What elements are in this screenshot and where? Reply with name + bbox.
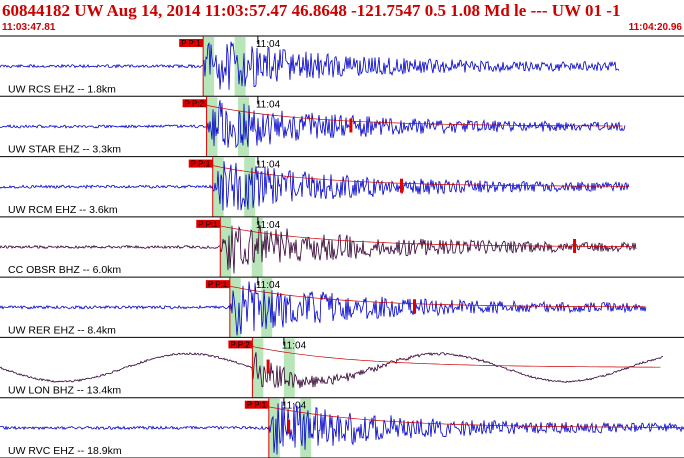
trace-panel[interactable]: 11:04 P P:2 UW STAR EHZ -- 3.3km	[0, 96, 684, 158]
coda-marker	[266, 359, 270, 374]
channel-label: UW STAR EHZ -- 3.3km	[8, 144, 121, 156]
trace-panel[interactable]: 11:04 P P:1 UW RER EHZ -- 8.4km	[0, 277, 684, 338]
coda-marker	[573, 239, 577, 253]
pick-label: P P:1	[196, 219, 221, 229]
pick-label-text: P P:1	[191, 160, 211, 169]
clock-label: 11:04	[256, 99, 281, 110]
pick-label: P P:1	[205, 280, 230, 289]
pick-label-text: P P:1	[198, 220, 218, 229]
trace-panel[interactable]: 11:04P P:1UW RVC EHZ -- 18.9km	[0, 397, 684, 458]
coda-marker	[349, 118, 353, 133]
pick-window	[234, 37, 246, 97]
pick-label: P P:1	[244, 400, 269, 410]
pick-label-text: P P:2	[185, 99, 205, 108]
coda-marker	[400, 178, 404, 193]
pick-label: P P:1	[179, 39, 204, 48]
channel-label: UW RCM EHZ -- 3.6km	[8, 204, 118, 216]
pick-label: P P:2	[182, 99, 207, 108]
trace-panel[interactable]: 11:04P P:1UW RCM EHZ -- 3.6km	[0, 156, 684, 218]
coda-marker	[287, 419, 291, 434]
pick-label: P P:1	[188, 159, 213, 169]
pick-label-text: P P:1	[247, 401, 267, 410]
seismogram-plot[interactable]: 11:04 P P:1 UW RCS EHZ -- 1.8km 11:04 P P:2 U…	[0, 0, 684, 458]
channel-label: CC OBSR BHZ -- 6.0km	[8, 264, 121, 276]
coda-marker	[413, 299, 417, 314]
channel-label: UW RVC EHZ -- 18.9km	[8, 445, 122, 457]
clock-label: 11:04	[256, 280, 281, 291]
channel-label: UW RCS EHZ -- 1.8km	[8, 83, 116, 95]
coda-curve	[219, 222, 633, 247]
channel-label: UW RER EHZ -- 8.4km	[8, 324, 116, 336]
pick-label: P P:2	[228, 340, 253, 349]
clock-label: 11:04	[282, 340, 307, 351]
pick-label-text: P P:2	[230, 340, 250, 349]
trace-panel[interactable]: 11:04P P:1CC OBSR BHZ -- 6.0km	[0, 216, 684, 278]
trace-panel[interactable]: 11:04P P:1UW RCS EHZ -- 1.8km	[0, 36, 684, 97]
trace-panel[interactable]: 11:04 P P:2 UW LON BHZ -- 13.4km	[0, 337, 684, 399]
channel-label: UW LON BHZ -- 13.4km	[8, 385, 121, 397]
pick-label-text: P P:1	[208, 280, 228, 289]
waveform	[0, 100, 626, 149]
coda-curve	[229, 283, 646, 308]
pick-label-text: P P:1	[181, 39, 201, 48]
